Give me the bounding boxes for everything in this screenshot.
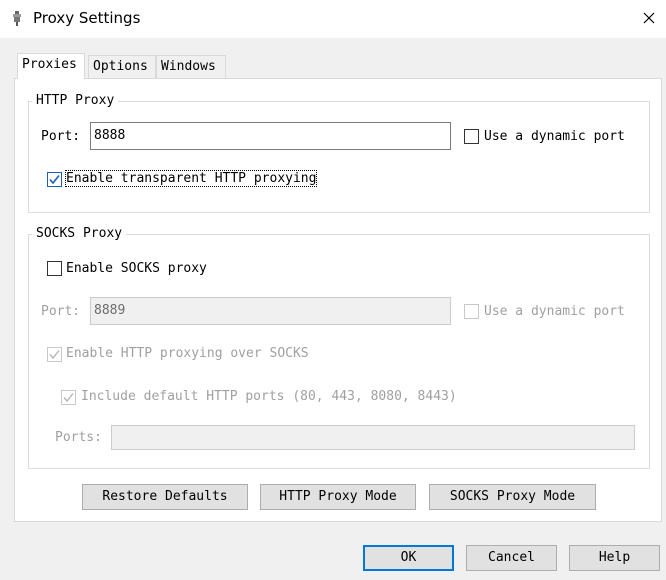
proxies-panel: HTTP Proxy Port: 8888 Use a dynamic port… bbox=[14, 78, 662, 522]
http-port-label: Port: bbox=[41, 129, 81, 144]
socks-port-input[interactable]: 8889 bbox=[90, 297, 451, 325]
checkmark-icon bbox=[49, 175, 60, 185]
checkmark-icon bbox=[49, 350, 60, 360]
http-over-socks-label: Enable HTTP proxying over SOCKS bbox=[66, 346, 309, 361]
socks-ports-label: Ports: bbox=[55, 430, 102, 445]
enable-socks-checkbox[interactable] bbox=[47, 261, 62, 276]
transparent-proxy-checkbox[interactable] bbox=[47, 172, 62, 187]
window-title: Proxy Settings bbox=[33, 9, 141, 27]
tab-proxies-label: Proxies bbox=[22, 57, 77, 72]
socks-ports-input[interactable] bbox=[111, 425, 635, 450]
http-proxy-mode-button[interactable]: HTTP Proxy Mode bbox=[260, 484, 416, 510]
help-button[interactable]: Help bbox=[569, 545, 660, 571]
tab-options-label: Options bbox=[93, 59, 148, 74]
socks-port-value: 8889 bbox=[94, 303, 126, 318]
socks-dynamic-port-checkbox[interactable] bbox=[464, 304, 479, 319]
close-icon[interactable] bbox=[636, 6, 662, 30]
include-default-ports-checkbox[interactable] bbox=[61, 390, 76, 405]
http-proxy-group-title: HTTP Proxy bbox=[32, 93, 119, 108]
restore-defaults-button[interactable]: Restore Defaults bbox=[82, 484, 248, 510]
tab-windows[interactable]: Windows bbox=[156, 55, 226, 79]
transparent-proxy-label: Enable transparent HTTP proxying bbox=[64, 170, 318, 187]
socks-proxy-mode-button[interactable]: SOCKS Proxy Mode bbox=[429, 484, 596, 510]
enable-socks-label: Enable SOCKS proxy bbox=[66, 261, 207, 276]
tab-options[interactable]: Options bbox=[88, 55, 156, 79]
tab-windows-label: Windows bbox=[161, 59, 216, 74]
socks-port-label: Port: bbox=[41, 304, 81, 319]
proxy-app-icon bbox=[13, 11, 21, 26]
http-proxy-group bbox=[28, 101, 650, 213]
http-port-input[interactable]: 8888 bbox=[90, 122, 451, 150]
ok-button[interactable]: OK bbox=[363, 545, 454, 571]
http-port-value: 8888 bbox=[94, 128, 126, 143]
title-bar: Proxy Settings bbox=[0, 0, 666, 38]
cancel-button[interactable]: Cancel bbox=[466, 545, 557, 571]
http-dynamic-port-checkbox[interactable] bbox=[464, 129, 479, 144]
checkmark-icon bbox=[63, 393, 74, 403]
socks-proxy-group-title: SOCKS Proxy bbox=[32, 226, 127, 241]
http-dynamic-port-label: Use a dynamic port bbox=[484, 129, 625, 144]
include-default-ports-label: Include default HTTP ports (80, 443, 808… bbox=[81, 389, 457, 404]
tab-proxies[interactable]: Proxies bbox=[17, 53, 85, 79]
socks-dynamic-port-label: Use a dynamic port bbox=[484, 304, 625, 319]
http-over-socks-checkbox[interactable] bbox=[47, 347, 62, 362]
